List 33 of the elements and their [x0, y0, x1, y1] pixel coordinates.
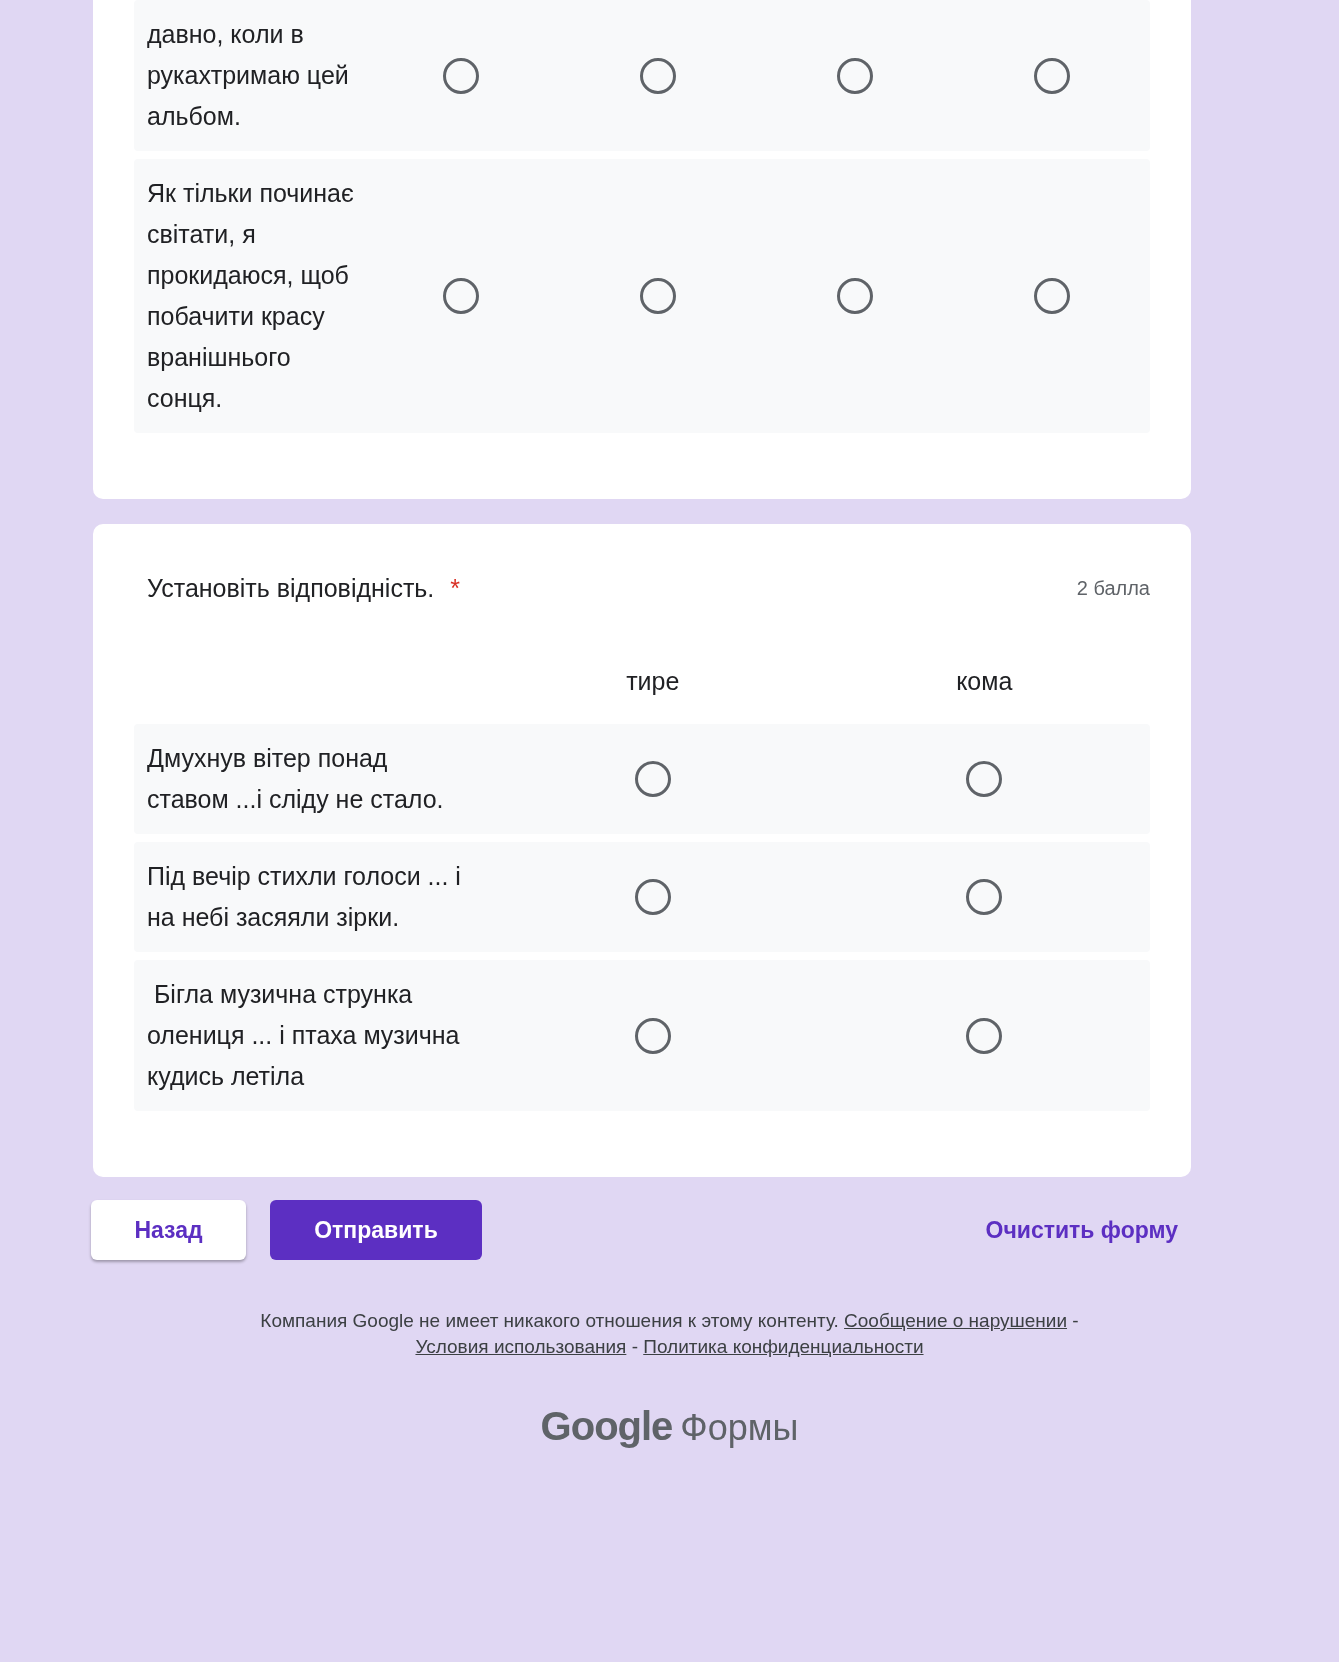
radio-button[interactable]	[639, 278, 676, 314]
radio-button[interactable]	[836, 278, 873, 314]
row-label: Бігла музична струнка олениця ... і птаха музична кудись летіла	[147, 979, 461, 1092]
clear-form-button[interactable]: Очистить форму	[985, 1212, 1178, 1248]
row-label: Як тільки починає світати, я прокидаюся, щоб побачити красу вранішнього сонця.	[147, 178, 355, 414]
points-label: 2 балла	[1076, 576, 1150, 601]
radio-button[interactable]	[836, 57, 873, 94]
question-title: Установіть відповідність.	[147, 573, 435, 604]
required-asterisk: *	[450, 573, 461, 604]
footer-disclaimer: Компания Google не имеет никакого отношения к этому контенту. Сообщение о нарушении - Условия использования - Политика конфиденциальности	[259, 1309, 1080, 1359]
radio-button[interactable]	[442, 278, 479, 314]
column-header: тире	[625, 666, 681, 696]
radio-button[interactable]	[634, 761, 671, 797]
row-label: Під вечір стихли голоси ... і на небі засяяли зірки.	[147, 861, 462, 933]
radio-button[interactable]	[634, 1017, 671, 1054]
radio-button[interactable]	[634, 879, 671, 915]
google-logo: Google	[540, 1403, 673, 1450]
submit-button[interactable]: Отправить	[270, 1200, 482, 1260]
radio-button[interactable]	[966, 879, 1003, 915]
row-label: давно, коли в рукахтримаю цей альбом.	[147, 19, 350, 132]
radio-button[interactable]	[1033, 278, 1070, 314]
radio-button[interactable]	[639, 57, 676, 94]
column-header: кома	[955, 666, 1014, 696]
row-label: Дмухнув вітер понад ставом ...і сліду не стало.	[147, 743, 445, 815]
forms-logo-text: Формы	[680, 1406, 799, 1450]
radio-button[interactable]	[1033, 57, 1070, 94]
report-link[interactable]: Сообщение о нарушении	[844, 1310, 1068, 1331]
radio-button[interactable]	[442, 57, 479, 94]
privacy-link[interactable]: Политика конфиденциальности	[643, 1336, 924, 1357]
back-button[interactable]: Назад	[91, 1200, 246, 1260]
terms-link[interactable]: Условия использования	[415, 1336, 627, 1357]
radio-button[interactable]	[966, 761, 1003, 797]
radio-button[interactable]	[966, 1017, 1003, 1054]
